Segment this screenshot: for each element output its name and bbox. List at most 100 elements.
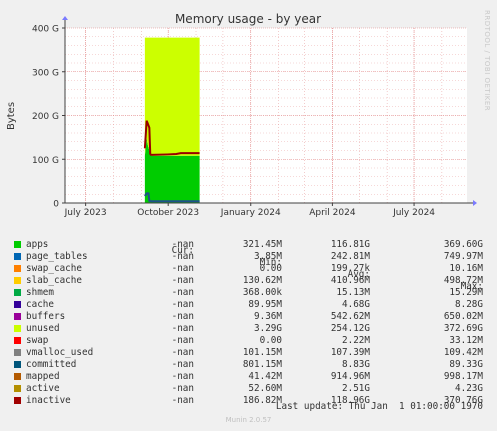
legend-series-name: buffers — [26, 311, 66, 322]
legend-swatch — [14, 277, 21, 284]
legend-avg-value: 2.51G — [342, 383, 370, 394]
legend-min-value: 3.85M — [254, 251, 282, 262]
legend-avg-value: 8.83G — [342, 359, 370, 370]
x-tick-label: April 2024 — [309, 208, 356, 218]
legend-avg-value: 4.68G — [342, 299, 370, 310]
legend-series-name: mapped — [26, 371, 60, 382]
legend-series-name: swap — [26, 335, 49, 346]
legend-min-value: 101.15M — [242, 347, 282, 358]
munin-version: Munin 2.0.57 — [225, 416, 272, 424]
legend-swatch — [14, 373, 21, 380]
legend-row-slab-cache: slab_cache -nan 130.62M 410.96M 498.72M — [0, 275, 497, 287]
legend-series-name: apps — [26, 239, 49, 250]
legend-avg-value: 254.12G — [330, 323, 370, 334]
legend-row-page-tables: page_tables -nan 3.85M 242.81M 749.97M — [0, 251, 497, 263]
legend-min-value: 321.45M — [242, 239, 282, 250]
rrdtool-watermark: RRDTOOL / TOBI OETIKER — [483, 10, 491, 112]
legend-row-committed: committed -nan 801.15M 8.83G 89.33G — [0, 359, 497, 371]
legend-cur-value: -nan — [171, 359, 194, 370]
y-tick-label: 300 G — [32, 68, 59, 78]
legend-avg-value: 242.81M — [330, 251, 370, 262]
legend-max-value: 89.33G — [449, 359, 483, 370]
legend-avg-value: 2.22M — [342, 335, 370, 346]
y-tick-label: 200 G — [32, 112, 59, 122]
legend-max-value: 109.42M — [443, 347, 483, 358]
legend-avg-value: 15.13M — [336, 287, 370, 298]
legend-row-active: active -nan 52.60M 2.51G 4.23G — [0, 383, 497, 395]
legend-cur-value: -nan — [171, 371, 194, 382]
legend-min-value: 3.29G — [254, 323, 282, 334]
legend-avg-value: 116.81G — [330, 239, 370, 250]
x-axis-arrow — [473, 200, 477, 206]
legend-min-value: 41.42M — [248, 371, 282, 382]
legend-min-value: 801.15M — [242, 359, 282, 370]
legend-min-value: 0.00 — [259, 263, 282, 274]
y-tick-label: 100 G — [32, 156, 59, 166]
legend-swatch — [14, 301, 21, 308]
legend-row-buffers: buffers -nan 9.36M 542.62M 650.02M — [0, 311, 497, 323]
legend-row-vmalloc-used: vmalloc_used -nan 101.15M 107.39M 109.42M — [0, 347, 497, 359]
legend-series-name: committed — [26, 359, 77, 370]
legend-min-value: 89.95M — [248, 299, 282, 310]
legend-min-value: 52.60M — [248, 383, 282, 394]
legend-series-name: vmalloc_used — [26, 347, 94, 358]
legend-row-unused: unused -nan 3.29G 254.12G 372.69G — [0, 323, 497, 335]
legend-series-name: cache — [26, 299, 54, 310]
legend-min-value: 368.00k — [242, 287, 282, 298]
legend-min-value: 0.00 — [259, 335, 282, 346]
legend-table: Cur: Min: Avg: Max: apps -nan 321.45M 116.8… — [0, 233, 497, 413]
legend-swatch — [14, 289, 21, 296]
legend-max-value: 8.28G — [455, 299, 483, 310]
legend-series-name: slab_cache — [26, 275, 82, 286]
legend-series-name: swap_cache — [26, 263, 82, 274]
y-axis-arrow — [62, 16, 68, 20]
legend-row-apps: apps -nan 321.45M 116.81G 369.60G — [0, 239, 497, 251]
legend-max-value: 498.72M — [443, 275, 483, 286]
legend-swatch — [14, 313, 21, 320]
legend-cur-value: -nan — [171, 347, 194, 358]
last-update: Last update: Thu Jan 1 01:00:00 1970 — [275, 401, 483, 412]
legend-max-value: 998.17M — [443, 371, 483, 382]
y-tick-label: 0 — [53, 200, 59, 210]
legend-swatch — [14, 241, 21, 248]
legend-cur-value: -nan — [171, 299, 194, 310]
series-area-unused — [144, 37, 200, 156]
legend-series-name: page_tables — [26, 251, 88, 262]
legend-avg-value: 107.39M — [330, 347, 370, 358]
x-tick-label: July 2023 — [64, 208, 107, 218]
y-tick-label: 400 G — [32, 25, 59, 35]
legend-min-value: 9.36M — [254, 311, 282, 322]
legend-cur-value: -nan — [171, 275, 194, 286]
legend-swatch — [14, 337, 21, 344]
legend-row-swap-cache: swap_cache -nan 0.00 199.27k 10.16M — [0, 263, 497, 275]
memory-chart: Memory usage - by year Bytes 0 100 G 200 G… — [6, 12, 477, 218]
legend-max-value: 15.29M — [449, 287, 483, 298]
legend-swatch — [14, 349, 21, 356]
x-tick-label: July 2024 — [392, 208, 435, 218]
x-tick-label: January 2024 — [220, 208, 281, 218]
legend-cur-value: -nan — [171, 239, 194, 250]
legend-max-value: 10.16M — [449, 263, 483, 274]
chart-title: Memory usage - by year — [175, 12, 321, 26]
series-layer — [143, 37, 200, 203]
legend-cur-value: -nan — [171, 383, 194, 394]
legend-cur-value: -nan — [171, 311, 194, 322]
legend-cur-value: -nan — [171, 287, 194, 298]
legend-cur-value: -nan — [171, 263, 194, 274]
legend-avg-value: 199.27k — [330, 263, 370, 274]
x-tick-label: October 2023 — [137, 208, 199, 218]
legend-max-value: 372.69G — [443, 323, 483, 334]
legend-min-value: 130.62M — [242, 275, 282, 286]
legend-cur-value: -nan — [171, 335, 194, 346]
legend-series-name: shmem — [26, 287, 54, 298]
legend-series-name: unused — [26, 323, 60, 334]
legend-row-cache: cache -nan 89.95M 4.68G 8.28G — [0, 299, 497, 311]
legend-avg-value: 914.96M — [330, 371, 370, 382]
legend-max-value: 4.23G — [455, 383, 483, 394]
y-axis-label: Bytes — [6, 102, 17, 130]
legend-series-name: active — [26, 383, 60, 394]
legend-max-value: 369.60G — [443, 239, 483, 250]
legend-row-mapped: mapped -nan 41.42M 914.96M 998.17M — [0, 371, 497, 383]
legend-swatch — [14, 397, 21, 404]
legend-cur-value: -nan — [171, 251, 194, 262]
